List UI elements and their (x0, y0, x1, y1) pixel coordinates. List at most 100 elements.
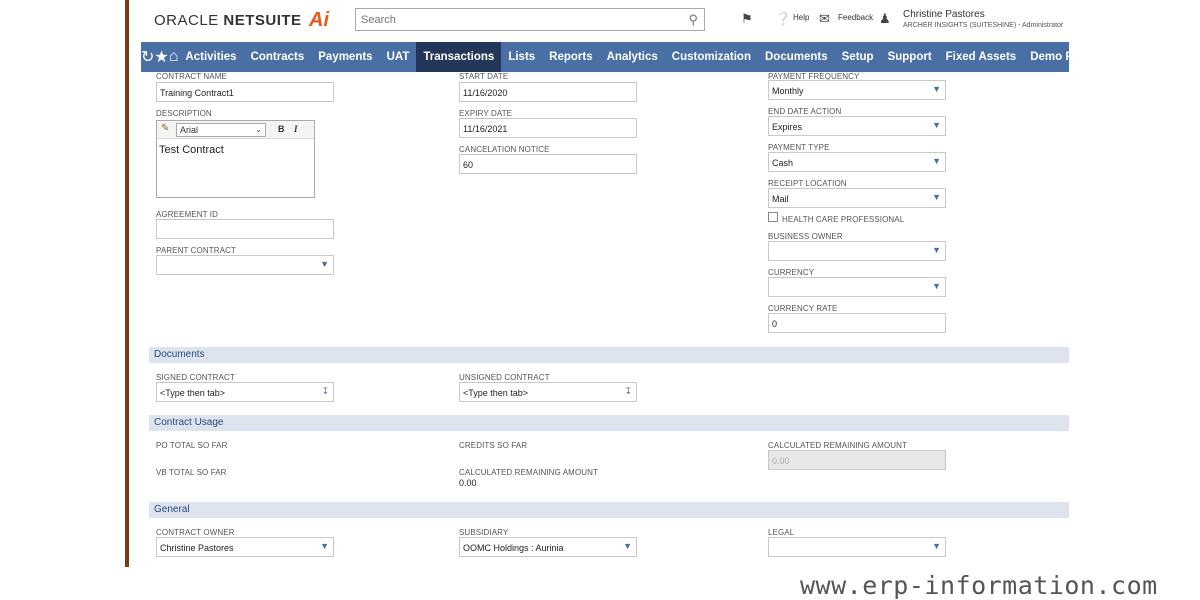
form-content: CONTRACT NAME Training Contract1 DESCRIP… (141, 72, 1069, 567)
nav-transactions[interactable]: Transactions (416, 42, 502, 72)
chevron-down-icon: ⌄ (255, 125, 262, 134)
user-menu[interactable]: Christine Pastores ARCHER INSIGHTS (SUIT… (903, 9, 1063, 29)
start-date-field[interactable]: 11/16/2020 (459, 82, 637, 102)
dropdown-arrow-icon: ▼ (932, 156, 941, 166)
agreement-id-field[interactable] (156, 219, 334, 239)
expiry-date-field[interactable]: 11/16/2021 (459, 118, 637, 138)
feedback-icon[interactable]: ✉ (819, 11, 830, 27)
search-icon[interactable]: ⚲ (688, 12, 698, 28)
star-icon[interactable]: ★ (154, 47, 168, 67)
nav-customization[interactable]: Customization (665, 42, 758, 72)
parent-contract-select[interactable]: ▼ (156, 255, 334, 275)
end-date-action-label: END DATE ACTION (768, 107, 842, 116)
netsuite-window: ORACLE NETSUITE Ai ⚲ ⚑ ❔ Help ✉ Feedback… (141, 0, 1069, 567)
nav-documents[interactable]: Documents (758, 42, 835, 72)
credits-label: CREDITS SO FAR (459, 441, 528, 450)
font-select[interactable]: Arial ⌄ (176, 123, 266, 137)
dropdown-arrow-icon: ▼ (932, 245, 941, 255)
dropdown-arrow-icon: ▼ (320, 541, 329, 551)
calc-remaining-value: 0.00 (459, 478, 477, 488)
nav-reports[interactable]: Reports (542, 42, 599, 72)
nav-payments[interactable]: Payments (311, 42, 379, 72)
search-input[interactable] (356, 9, 676, 30)
vb-total-label: VB TOTAL SO FAR (156, 468, 227, 477)
top-bar: ORACLE NETSUITE Ai ⚲ ⚑ ❔ Help ✉ Feedback… (141, 0, 1069, 42)
help-icon[interactable]: ❔ (775, 11, 791, 27)
currency-rate-field[interactable]: 0 (768, 313, 946, 333)
double-chevron-icon[interactable]: ↧ (321, 386, 329, 397)
contract-owner-select[interactable]: Christine Pastores ▼ (156, 537, 334, 557)
currency-label: CURRENCY (768, 268, 815, 277)
recent-icon[interactable]: ↻ (141, 47, 154, 67)
home-icon[interactable]: ⌂ (169, 48, 179, 66)
double-chevron-icon[interactable]: ↧ (624, 386, 632, 397)
nav-analytics[interactable]: Analytics (600, 42, 665, 72)
edit-icon[interactable]: ✎ (161, 123, 169, 134)
subsidiary-select[interactable]: OOMC Holdings : Aurinia ▼ (459, 537, 637, 557)
contract-name-label: CONTRACT NAME (156, 72, 227, 81)
signed-contract-label: SIGNED CONTRACT (156, 373, 235, 382)
subsidiary-label: SUBSIDIARY (459, 528, 509, 537)
health-care-label: HEALTH CARE PROFESSIONAL (782, 215, 905, 224)
role-icon[interactable]: ♟ (879, 11, 891, 27)
dropdown-arrow-icon: ▼ (932, 281, 941, 291)
expiry-date-label: EXPIRY DATE (459, 109, 513, 118)
documents-section-header[interactable]: Documents (149, 347, 1069, 363)
global-search[interactable]: ⚲ (355, 8, 705, 31)
receipt-location-label: RECEIPT LOCATION (768, 179, 847, 188)
description-text[interactable]: Test Contract (157, 139, 314, 161)
business-owner-label: BUSINESS OWNER (768, 232, 843, 241)
nav-contracts[interactable]: Contracts (244, 42, 312, 72)
payment-type-label: PAYMENT TYPE (768, 143, 830, 152)
legal-select[interactable]: ▼ (768, 537, 946, 557)
nav-setup[interactable]: Setup (835, 42, 881, 72)
netsuite-logo[interactable]: ORACLE NETSUITE (154, 12, 302, 29)
left-edge-bar (125, 0, 141, 567)
italic-button[interactable]: I (294, 124, 298, 134)
contract-usage-section-header[interactable]: Contract Usage (149, 415, 1069, 431)
feedback-link[interactable]: Feedback (838, 13, 873, 22)
nav-uat[interactable]: UAT (380, 42, 417, 72)
end-date-action-select[interactable]: Expires ▼ (768, 116, 946, 136)
user-role: ARCHER INSIGHTS (SUITESHINE) - Administr… (903, 22, 1064, 29)
nav-support[interactable]: Support (881, 42, 939, 72)
user-name: Christine Pastores (903, 9, 985, 20)
main-nav: ↻ ★ ⌂ Activities Contracts Payments UAT … (141, 42, 1069, 72)
payment-frequency-select[interactable]: Monthly ▼ (768, 80, 946, 100)
nav-activities[interactable]: Activities (178, 42, 243, 72)
cancelation-notice-field[interactable]: 60 (459, 154, 637, 174)
recent-records-icon[interactable]: ⚑ (741, 11, 753, 27)
nav-fixed-assets[interactable]: Fixed Assets (939, 42, 1024, 72)
signed-contract-field[interactable]: <Type then tab> ↧ (156, 382, 334, 402)
calc-remaining-right-label: CALCULATED REMAINING AMOUNT (768, 441, 908, 450)
currency-rate-label: CURRENCY RATE (768, 304, 838, 313)
receipt-location-select[interactable]: Mail ▼ (768, 188, 946, 208)
nav-demo-framework[interactable]: Demo Framework (1023, 42, 1069, 72)
editor-toolbar: ✎ Arial ⌄ B I (157, 121, 314, 139)
health-care-checkbox[interactable] (768, 212, 778, 222)
legal-label: LEGAL (768, 528, 795, 537)
watermark-text: www.erp-information.com (800, 571, 1158, 600)
unsigned-contract-label: UNSIGNED CONTRACT (459, 373, 550, 382)
dropdown-arrow-icon: ▼ (320, 259, 329, 269)
dropdown-arrow-icon: ▼ (623, 541, 632, 551)
bold-button[interactable]: B (278, 124, 285, 134)
calc-remaining-right-field: 0.00 (768, 450, 946, 470)
calc-remaining-label: CALCULATED REMAINING AMOUNT (459, 468, 599, 477)
dropdown-arrow-icon: ▼ (932, 541, 941, 551)
nav-lists[interactable]: Lists (501, 42, 542, 72)
help-link[interactable]: Help (793, 13, 809, 22)
description-editor[interactable]: ✎ Arial ⌄ B I Test Contract (156, 120, 315, 198)
payment-type-select[interactable]: Cash ▼ (768, 152, 946, 172)
start-date-label: START DATE (459, 72, 509, 81)
contract-name-field[interactable]: Training Contract1 (156, 82, 334, 102)
business-owner-select[interactable]: ▼ (768, 241, 946, 261)
agreement-id-label: AGREEMENT ID (156, 210, 218, 219)
dropdown-arrow-icon: ▼ (932, 120, 941, 130)
currency-select[interactable]: ▼ (768, 277, 946, 297)
po-total-label: PO TOTAL SO FAR (156, 441, 228, 450)
general-section-header[interactable]: General (149, 502, 1069, 518)
dropdown-arrow-icon: ▼ (932, 192, 941, 202)
dropdown-arrow-icon: ▼ (932, 84, 941, 94)
unsigned-contract-field[interactable]: <Type then tab> ↧ (459, 382, 637, 402)
